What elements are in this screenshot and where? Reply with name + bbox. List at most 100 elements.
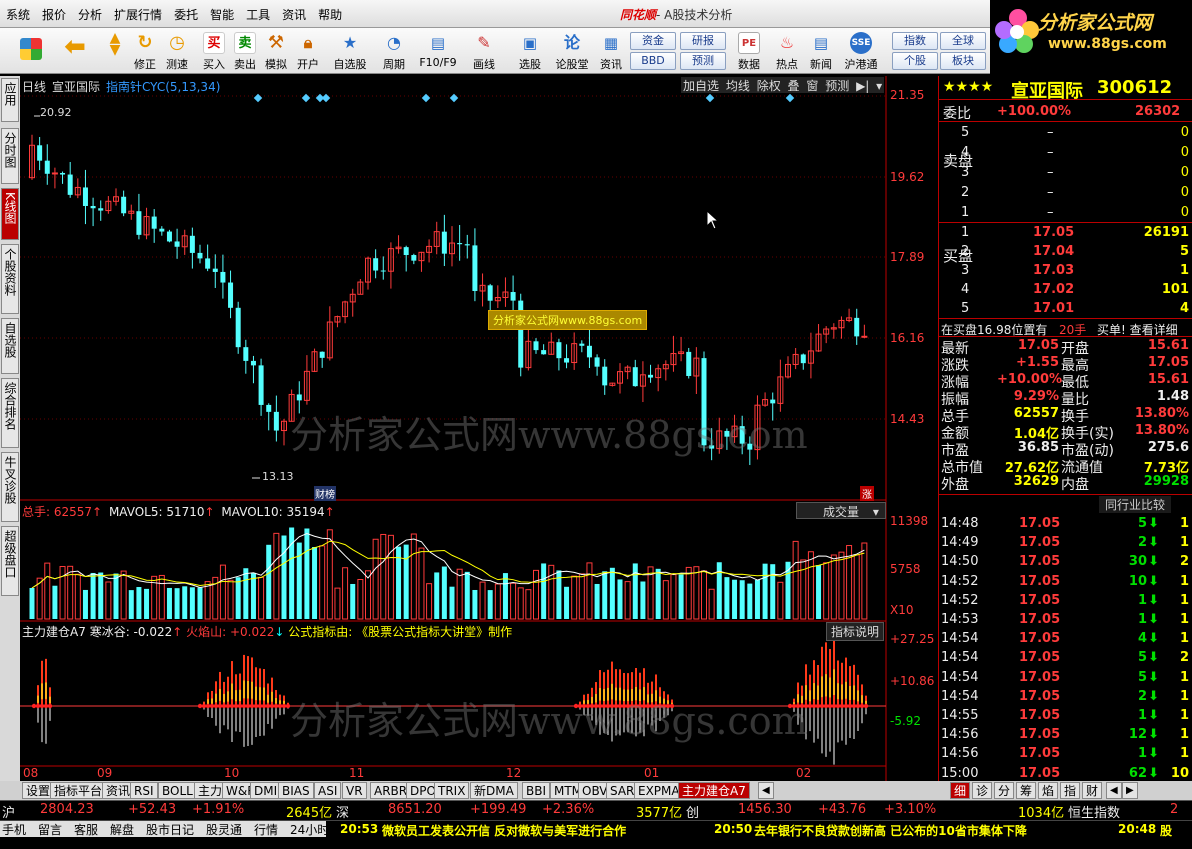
sector-button[interactable]: 板块 [940, 52, 986, 70]
sh-index[interactable]: 2804.23 [40, 802, 94, 817]
left-tab-super-panel[interactable]: 超级盘口 [1, 526, 19, 596]
speedtest-button[interactable]: ◷ 测速 [162, 32, 192, 72]
footer-link[interactable]: 行情 [254, 821, 278, 838]
forecast-button[interactable]: 预测 [680, 52, 726, 70]
scroll-button[interactable]: ▲ ▼ [100, 31, 130, 72]
news-headline[interactable]: 股 [1160, 822, 1172, 839]
indicator-tab[interactable]: BBI [522, 782, 551, 799]
left-tab-diagnosis[interactable]: 牛叉诊股 [1, 452, 19, 522]
left-tab-profile[interactable]: 个股资料 [1, 244, 19, 314]
indicator-help-button[interactable]: 指标说明 [826, 622, 885, 641]
menu-item-smart[interactable]: 智能 [204, 0, 240, 23]
single-stock-button[interactable]: 个股 [892, 52, 938, 70]
menu-item-system[interactable]: 系统 [0, 0, 36, 23]
period-button[interactable]: ◔ 周期 [376, 32, 412, 72]
left-tab-kline[interactable]: K线图 [1, 188, 19, 240]
footer-link[interactable]: 股市日记 [146, 821, 194, 838]
menu-item-ext-quote[interactable]: 扩展行情 [108, 0, 168, 23]
draw-line-button[interactable]: ✎ 画线 [466, 32, 502, 72]
sell-button[interactable]: 卖卖出 [231, 32, 259, 72]
detail-tab[interactable]: 分 [994, 782, 1015, 799]
detail-tab[interactable]: 细 [950, 782, 971, 799]
detail-tab[interactable]: 财 [1082, 782, 1103, 799]
index-button[interactable]: 指数 [892, 32, 938, 50]
simulate-button[interactable]: ⚒ 模拟 [262, 32, 290, 72]
indicator-tab[interactable]: BIAS [278, 782, 314, 799]
indicator-name-label[interactable]: 指南针CYC(5,13,34) [106, 78, 220, 95]
menu-item-tools[interactable]: 工具 [240, 0, 276, 23]
indicator-tab[interactable]: TRIX [434, 782, 470, 799]
indicator-tab[interactable]: BOLL [158, 782, 197, 799]
indicator-tab[interactable]: RSI [130, 782, 158, 799]
peer-compare-button[interactable]: 同行业比较 [1099, 496, 1172, 513]
bid-row[interactable]: 3 17.03 1 [939, 262, 1192, 279]
left-tab-timeshare[interactable]: 分时图 [1, 128, 19, 184]
tab-scroll-left-icon[interactable]: ◀ [758, 782, 774, 799]
global-button[interactable]: 全球 [940, 32, 986, 50]
buy-button[interactable]: 买买入 [200, 32, 228, 72]
ask-row[interactable]: 5 – 0 [939, 124, 1192, 141]
ask-row[interactable]: 3 – 0 [939, 164, 1192, 181]
tab-more-icon[interactable]: ◀ [1106, 782, 1122, 799]
data-button[interactable]: PE 数据 [734, 32, 764, 72]
window-button[interactable]: 窗 [806, 79, 818, 93]
cy-index[interactable]: 1456.30 [738, 802, 792, 817]
menu-item-news[interactable]: 资讯 [276, 0, 312, 23]
overlay-button[interactable]: 叠 [788, 79, 800, 93]
finance-badge[interactable]: 财榜 [314, 486, 336, 501]
sz-index[interactable]: 8651.20 [388, 802, 442, 817]
detail-tab[interactable]: 焰 [1038, 782, 1059, 799]
play-icon[interactable]: ▶| [856, 79, 869, 93]
menu-item-quote[interactable]: 报价 [36, 0, 72, 23]
ask-row[interactable]: 2 – 0 [939, 184, 1192, 201]
hotspot-button[interactable]: ♨ 热点 [772, 32, 802, 72]
volume-selector[interactable]: 成交量 ▾ [796, 502, 886, 519]
bid-row[interactable]: 2 17.04 5 [939, 243, 1192, 260]
footer-link[interactable]: 留言 [38, 821, 62, 838]
left-tab-apps[interactable]: 应用 [1, 78, 19, 122]
detail-tab[interactable]: 诊 [972, 782, 993, 799]
news-button[interactable]: ▤ 新闻 [806, 32, 836, 72]
stock-picker-button[interactable]: ▣ 选股 [512, 32, 548, 72]
ask-row[interactable]: 1 – 0 [939, 204, 1192, 221]
chart-area[interactable]: 日线 宣亚国际 指南针CYC(5,13,34) 加自选 均线 除权 叠 窗 预测… [20, 76, 937, 781]
indicator-tab[interactable]: ARBR [370, 782, 412, 799]
hk-connect-button[interactable]: SSE 沪港通 [840, 32, 882, 72]
forum-button[interactable]: 论论股堂 [554, 32, 590, 72]
research-button[interactable]: 研报 [680, 32, 726, 50]
add-watch-button[interactable]: 加自选 [683, 79, 719, 93]
revise-button[interactable]: ↻ 修正 [130, 32, 160, 72]
bid-row[interactable]: 1 17.05 26191 [939, 224, 1192, 241]
footer-link[interactable]: 客服 [74, 821, 98, 838]
footer-link[interactable]: 手机 [2, 821, 26, 838]
limit-up-badge[interactable]: 涨 [860, 486, 874, 501]
f10-button[interactable]: ▤ F10/F9 [416, 32, 460, 72]
indicator-tab[interactable]: DMI [250, 782, 282, 799]
bid-row[interactable]: 4 17.02 101 [939, 281, 1192, 298]
bbd-button[interactable]: BBD [630, 52, 676, 70]
indicator-tab[interactable]: 指标平台 [50, 782, 107, 799]
ma-button[interactable]: 均线 [726, 79, 750, 93]
menu-item-help[interactable]: 帮助 [312, 0, 348, 23]
menu-item-analysis[interactable]: 分析 [72, 0, 108, 23]
ask-row[interactable]: 4 – 0 [939, 144, 1192, 161]
indicator-tab[interactable]: 主力建仓A7 [678, 782, 750, 799]
watchlist-button[interactable]: ★ 自选股 [330, 32, 370, 72]
notice-link[interactable]: 买单! 查看详细 [1097, 321, 1178, 338]
indicator-tab[interactable]: VR [342, 782, 367, 799]
detail-tab[interactable]: 筹 [1016, 782, 1037, 799]
footer-link[interactable]: 解盘 [110, 821, 134, 838]
detail-tab[interactable]: 指 [1060, 782, 1081, 799]
indicator-tab[interactable]: ASI [314, 782, 342, 799]
left-tab-watchlist[interactable]: 自选股 [1, 318, 19, 374]
open-account-button[interactable]: 🔒︎ 开户 [294, 32, 322, 72]
order-notice[interactable]: 在买盘16.98位置有 20手 买单! 查看详细 [939, 318, 1192, 337]
tab-scroll-right-icon[interactable]: ▶ [1122, 782, 1138, 799]
capital-button[interactable]: 资金 [630, 32, 676, 50]
bid-row[interactable]: 5 17.01 4 [939, 300, 1192, 317]
menu-item-trade[interactable]: 委托 [168, 0, 204, 23]
indicator-tab[interactable]: 新DMA [470, 782, 518, 799]
period-label[interactable]: 日线 [22, 78, 46, 95]
dropdown-icon[interactable]: ▾ [876, 79, 882, 93]
layout-button[interactable] [16, 32, 46, 72]
